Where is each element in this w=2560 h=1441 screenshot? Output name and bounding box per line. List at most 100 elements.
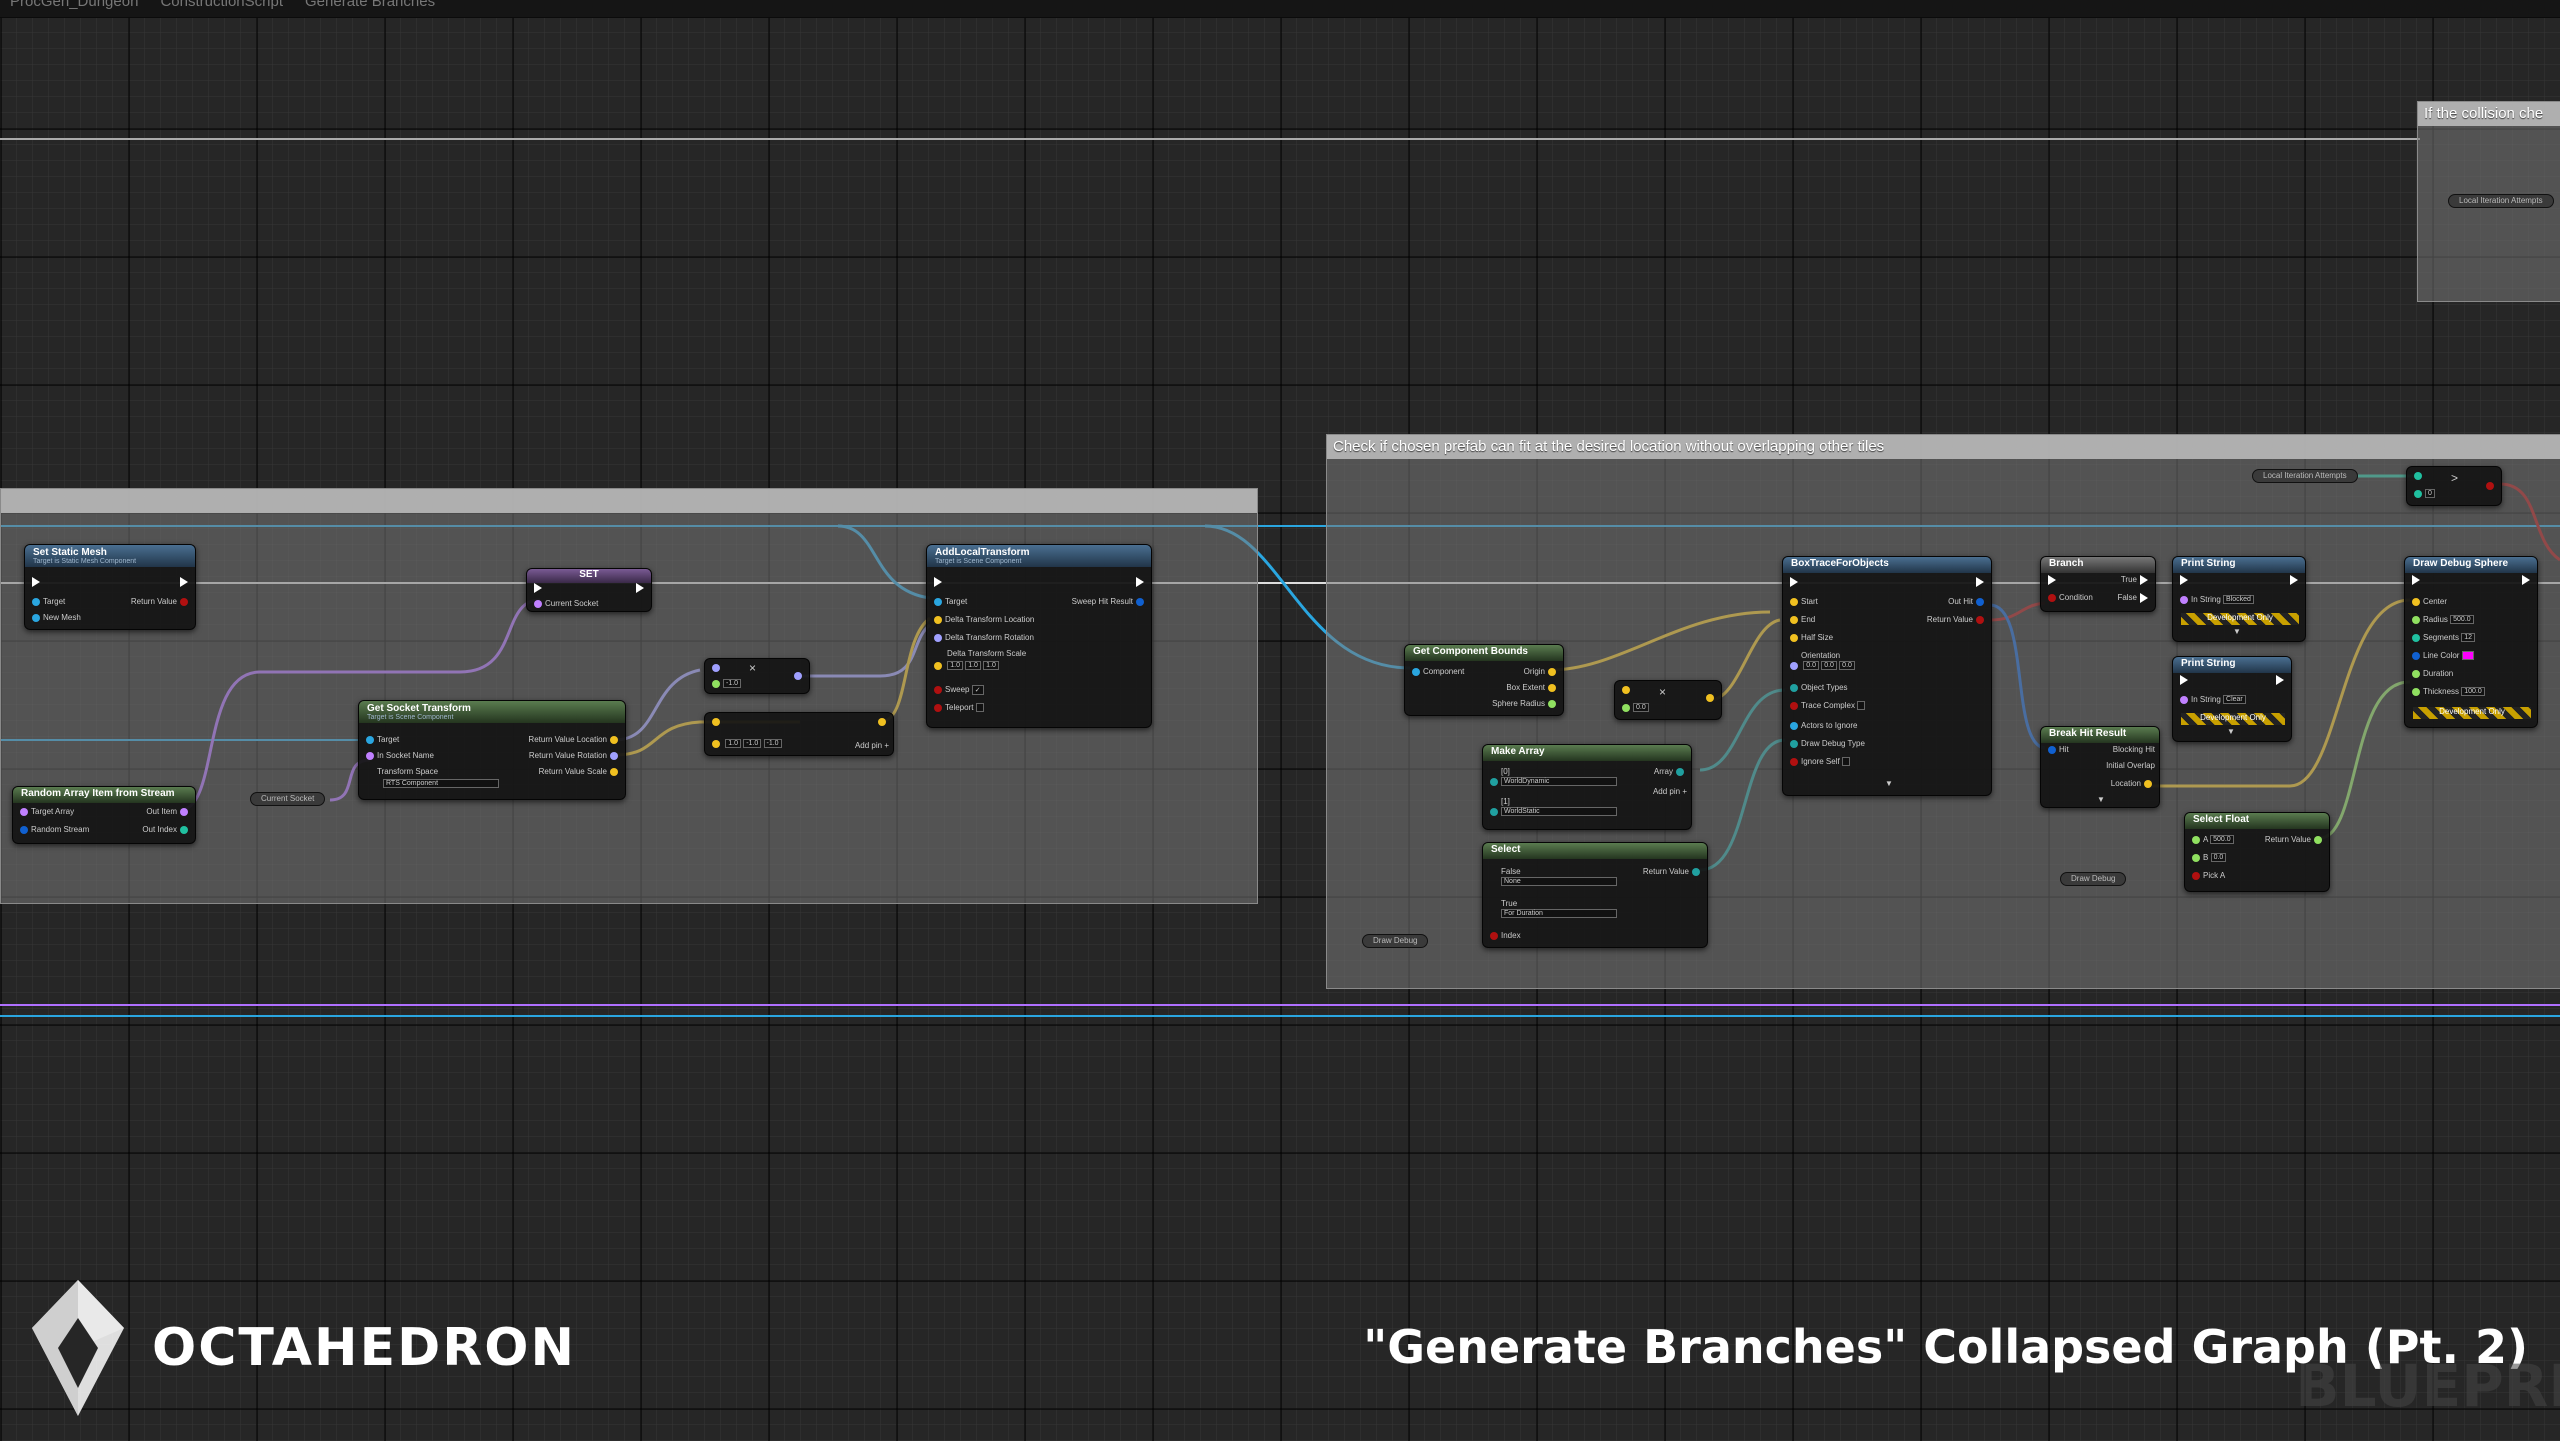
- vector-pin[interactable]: [1790, 597, 1798, 606]
- vector-pin[interactable]: [2412, 597, 2420, 606]
- object-type-dropdown[interactable]: WorldStatic: [1501, 807, 1617, 817]
- int-pin[interactable]: [2414, 489, 2422, 498]
- exec-out-pin[interactable]: [636, 583, 644, 593]
- int-field[interactable]: 0: [2425, 489, 2435, 499]
- exec-in-pin[interactable]: [1790, 577, 1798, 587]
- float-pin[interactable]: [2314, 835, 2322, 844]
- node-select-float[interactable]: Select Float A 500.0 B 0.0 Pick A Return…: [2184, 812, 2330, 892]
- node-get-socket-transform[interactable]: Get Socket Transform Target is Scene Com…: [358, 700, 626, 800]
- object-type-dropdown[interactable]: WorldDynamic: [1501, 777, 1617, 787]
- object-pin[interactable]: [1412, 667, 1420, 676]
- rotator-pin[interactable]: [712, 663, 720, 672]
- float-field[interactable]: 0.0: [2210, 853, 2227, 863]
- enum-pin[interactable]: [1490, 777, 1498, 786]
- node-box-trace-for-objects[interactable]: BoxTraceForObjects Start End Half Size O…: [1782, 556, 1992, 796]
- expand-arrow-icon[interactable]: ▼: [2233, 627, 2241, 636]
- current-socket-ref[interactable]: Current Socket: [250, 792, 326, 806]
- z-field[interactable]: -1.0: [763, 739, 782, 749]
- enum-pin[interactable]: [1790, 739, 1798, 748]
- bool-pin[interactable]: [1976, 615, 1984, 624]
- array-pin[interactable]: [1790, 721, 1798, 730]
- object-pin[interactable]: [934, 597, 942, 606]
- exec-out-pin[interactable]: [180, 577, 188, 587]
- object-pin[interactable]: [32, 597, 40, 606]
- exec-out-pin[interactable]: [2140, 575, 2148, 585]
- object-pin[interactable]: [366, 735, 374, 744]
- string-pin[interactable]: [2180, 595, 2188, 604]
- scale-y-field[interactable]: 1.0: [965, 661, 981, 671]
- exec-out-pin[interactable]: [1976, 577, 1984, 587]
- array-pin[interactable]: [20, 807, 28, 816]
- exec-in-pin[interactable]: [934, 577, 942, 587]
- vector-pin[interactable]: [610, 735, 618, 744]
- float-pin[interactable]: [1548, 699, 1556, 708]
- local-iteration-ref[interactable]: Local Iteration Attempts: [2448, 194, 2554, 208]
- ignore-self-checkbox[interactable]: [1841, 757, 1850, 767]
- add-pin-label[interactable]: Add pin: [1653, 787, 1680, 796]
- node-multiply-rotator[interactable]: × -1.0: [704, 658, 810, 694]
- scale-z-field[interactable]: 1.0: [983, 661, 999, 671]
- name-pin[interactable]: [534, 599, 542, 608]
- float-pin[interactable]: [2412, 687, 2420, 696]
- vector-pin[interactable]: [1548, 667, 1556, 676]
- rotator-pin[interactable]: [610, 751, 618, 760]
- comment-box-right[interactable]: If the collision che Local Iteration Att…: [2417, 101, 2560, 302]
- vector-pin[interactable]: [610, 767, 618, 776]
- vector-pin[interactable]: [1790, 615, 1798, 624]
- node-get-component-bounds[interactable]: Get Component Bounds Component Origin Bo…: [1404, 644, 1564, 716]
- enum-pin[interactable]: [1692, 867, 1700, 876]
- draw-debug-ref[interactable]: Draw Debug: [1362, 934, 1429, 948]
- node-print-string-blocked[interactable]: Print String In String Blocked Developme…: [2172, 556, 2306, 642]
- comment-title[interactable]: Check if chosen prefab can fit at the de…: [1327, 435, 2560, 459]
- struct-pin[interactable]: [2412, 651, 2420, 660]
- node-branch[interactable]: Branch Condition True False: [2040, 556, 2156, 612]
- float-pin[interactable]: [2192, 853, 2200, 862]
- vector-pin[interactable]: [878, 717, 886, 726]
- exec-in-pin[interactable]: [2048, 575, 2056, 585]
- add-pin-icon[interactable]: +: [1682, 787, 1687, 796]
- float-pin[interactable]: [2412, 615, 2420, 624]
- local-iteration-ref[interactable]: Local Iteration Attempts: [2252, 469, 2358, 483]
- node-make-array[interactable]: Make Array [0] WorldDynamic [1] WorldSta…: [1482, 744, 1692, 830]
- int-pin[interactable]: [2412, 633, 2420, 642]
- comment-title[interactable]: If the collision che: [2418, 102, 2560, 126]
- thickness-field[interactable]: 100.0: [2461, 687, 2485, 697]
- exec-in-pin[interactable]: [2180, 675, 2188, 685]
- vector-pin[interactable]: [712, 739, 720, 748]
- orient-y-field[interactable]: 0.0: [1821, 661, 1837, 671]
- exec-out-pin[interactable]: [2276, 675, 2284, 685]
- y-field[interactable]: -1.0: [743, 739, 762, 749]
- bool-pin[interactable]: [2048, 593, 2056, 602]
- float-pin[interactable]: [1622, 703, 1630, 712]
- struct-pin[interactable]: [1976, 597, 1984, 606]
- radius-field[interactable]: 500.0: [2450, 615, 2474, 625]
- vector-pin[interactable]: [1622, 685, 1630, 694]
- struct-pin[interactable]: [2048, 745, 2056, 754]
- node-random-array-item[interactable]: Random Array Item from Stream Target Arr…: [12, 786, 196, 844]
- vector-pin[interactable]: [1790, 633, 1798, 642]
- bool-pin[interactable]: [1490, 931, 1498, 940]
- comment-title[interactable]: [1, 489, 1257, 513]
- int-pin[interactable]: [180, 825, 188, 834]
- exec-out-pin[interactable]: [1136, 577, 1144, 587]
- node-greater-than[interactable]: > 0: [2406, 466, 2502, 506]
- add-pin-icon[interactable]: +: [884, 741, 889, 750]
- name-pin[interactable]: [366, 751, 374, 760]
- node-multiply-vector[interactable]: 1.0 -1.0 -1.0 Add pin +: [704, 712, 894, 756]
- node-set-variable[interactable]: SET Current Socket: [526, 568, 652, 612]
- expand-arrow-icon[interactable]: ▼: [2227, 727, 2235, 736]
- bool-pin[interactable]: [1790, 757, 1798, 766]
- draw-debug-ref[interactable]: Draw Debug: [2060, 872, 2127, 886]
- node-multiply-extent[interactable]: × 0.0: [1614, 680, 1722, 720]
- string-field[interactable]: Blocked: [2223, 595, 2254, 605]
- vector-pin[interactable]: [1706, 693, 1714, 702]
- bool-pin[interactable]: [2486, 481, 2494, 490]
- vector-pin[interactable]: [712, 717, 720, 726]
- float-field[interactable]: 500.0: [2210, 835, 2234, 845]
- array-pin[interactable]: [1790, 683, 1798, 692]
- transform-space-dropdown[interactable]: RTS Component: [383, 779, 499, 789]
- expand-arrow-icon[interactable]: ▼: [2097, 795, 2105, 804]
- exec-out-pin[interactable]: [2290, 575, 2298, 585]
- object-pin[interactable]: [32, 613, 40, 622]
- struct-pin[interactable]: [1136, 597, 1144, 606]
